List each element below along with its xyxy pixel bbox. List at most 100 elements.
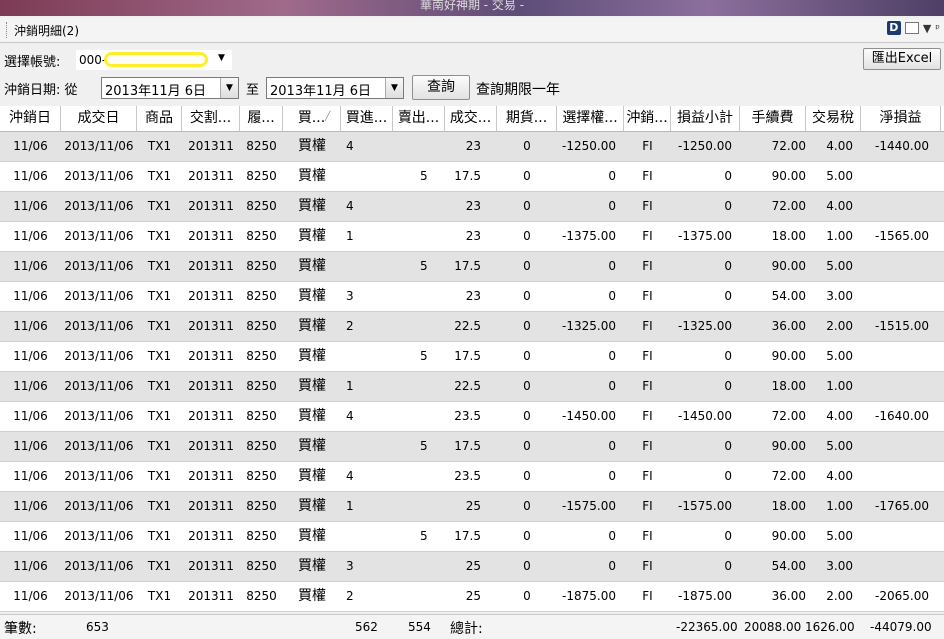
total-label: 總計: [450,621,483,637]
table-row[interactable]: 11/06 2013/11/06 TX1 201311 8250 買權 5 17.5 0 0 FI 0… [0,342,944,372]
date-from-picker[interactable]: 2013年11月 6日 ▼ [101,77,239,99]
column-header-deal-price[interactable]: 成交... [445,106,497,131]
cell-net-pl: -1515.00 [875,319,929,333]
column-header-product[interactable]: 商品 [137,106,182,131]
table-row[interactable]: 11/06 2013/11/06 TX1 201311 8250 買權 5 17.5 0 0 FI 0… [0,162,944,192]
export-excel-button[interactable]: 匯出Excel [863,48,941,70]
cell-futures: 0 [523,589,531,603]
chevron-down-icon[interactable]: ▼ [385,78,403,98]
cell-call-put: 買權 [298,258,326,274]
window-icon[interactable] [904,22,919,34]
cell-settle-type: FI [642,469,653,483]
cell-settle-type: FI [642,559,653,573]
cell-call-put: 買權 [298,558,326,574]
table-row[interactable]: 11/06 2013/11/06 TX1 201311 8250 買權 1 22.5 0 0 FI 0… [0,372,944,402]
table-row[interactable]: 11/06 2013/11/06 TX1 201311 8250 買權 5 17.5 0 0 FI 0… [0,432,944,462]
cell-product: TX1 [147,229,172,243]
table-row[interactable]: 11/06 2013/11/06 TX1 201311 8250 買權 1 25 0 -1575.… [0,492,944,522]
chevron-down-icon[interactable]: ▼ [220,78,238,98]
cell-call-put: 買權 [298,408,326,424]
cell-settle-type: FI [642,259,653,273]
column-header-tax[interactable]: 交易稅 [806,106,861,131]
cell-deal-price: 23.5 [454,469,481,483]
cell-delivery-month: 201311 [188,439,234,453]
column-header-buy-qty[interactable]: 買進... [341,106,393,131]
cell-futures: 0 [523,559,531,573]
cell-fee: 90.00 [771,439,806,453]
cell-options: -1325.00 [562,319,616,333]
cell-options: 0 [608,259,616,273]
cell-settle-type: FI [642,439,653,453]
cell-deal-price: 17.5 [454,169,481,183]
cell-product: TX1 [147,529,172,543]
table-row[interactable]: 11/06 2013/11/06 TX1 201311 8250 買權 2 25 0 -1875.… [0,582,944,612]
cell-fee: 72.00 [771,139,806,153]
cell-product: TX1 [147,559,172,573]
cell-deal-price: 17.5 [454,259,481,273]
cell-buy-qty [341,252,393,281]
table-row[interactable]: 11/06 2013/11/06 TX1 201311 8250 買權 1 23 0 -1375.… [0,222,944,252]
column-header-futures[interactable]: 期貨... [497,106,557,131]
cell-options: 0 [608,199,616,213]
column-header-delivery-month[interactable]: 交割... [182,106,240,131]
column-header-options[interactable]: 選擇權... [557,106,624,131]
pin-icon[interactable]: ᵖ [935,22,940,35]
cell-tax: 5.00 [826,169,853,183]
table-row[interactable]: 11/06 2013/11/06 TX1 201311 8250 買權 4 23 0 0 FI 0 72… [0,192,944,222]
cell-net-pl: -1765.00 [875,499,929,513]
chevron-down-icon[interactable]: ▼ [218,53,225,63]
cell-deal-price: 25 [465,559,481,573]
table-row[interactable]: 11/06 2013/11/06 TX1 201311 8250 買權 4 23 0 -1250.… [0,132,944,162]
column-header-net-pl[interactable]: 淨損益 [861,106,941,131]
cell-buy-qty: 1 [346,229,354,243]
column-header-fee[interactable]: 手續費 [740,106,806,131]
chevron-down-icon[interactable]: ▼ [923,22,931,35]
cell-call-put: 買權 [298,468,326,484]
table-row[interactable]: 11/06 2013/11/06 TX1 201311 8250 買權 3 23 0 0 FI 0 54… [0,282,944,312]
cell-call-put: 買權 [298,498,326,514]
column-header-settle-type[interactable]: 沖銷... [624,106,671,131]
table-row[interactable]: 11/06 2013/11/06 TX1 201311 8250 買權 3 25 0 0 FI 0 54… [0,552,944,582]
cell-settle-date: 11/06 [13,199,48,213]
cell-trade-date: 2013/11/06 [64,259,134,273]
column-header-settle-date[interactable]: 沖銷日 [0,106,61,131]
account-label: 選擇帳號: [4,55,61,70]
cell-call-put: 買權 [298,288,326,304]
table-row[interactable]: 11/06 2013/11/06 TX1 201311 8250 買權 4 23.5 0 -145… [0,402,944,432]
cell-sell-qty [393,282,445,311]
cell-fee: 90.00 [771,259,806,273]
table-row[interactable]: 11/06 2013/11/06 TX1 201311 8250 買權 2 22.5 0 -132… [0,312,944,342]
cell-sell-qty: 5 [420,169,428,183]
cell-settle-date: 11/06 [13,229,48,243]
query-button[interactable]: 查詢 [412,75,470,100]
cell-call-put: 買權 [298,348,326,364]
cell-options: 0 [608,349,616,363]
table-row[interactable]: 11/06 2013/11/06 TX1 201311 8250 買權 5 17.5 0 0 FI 0… [0,252,944,282]
column-header-pl-subtotal[interactable]: 損益小計 [671,106,740,131]
cell-trade-date: 2013/11/06 [64,379,134,393]
cell-options: -1375.00 [562,229,616,243]
cell-buy-qty: 4 [346,199,354,213]
table-row[interactable]: 11/06 2013/11/06 TX1 201311 8250 買權 4 23.5 0 0 FI 0… [0,462,944,492]
cell-pl-subtotal: 0 [724,529,732,543]
cell-sell-qty [393,492,445,521]
cell-futures: 0 [523,319,531,333]
cell-net-pl: -1440.00 [875,139,929,153]
cell-settle-date: 11/06 [13,469,48,483]
column-header-strike[interactable]: 履... [240,106,283,131]
column-header-sell-qty[interactable]: 賣出... [393,106,445,131]
cell-tax: 1.00 [826,379,853,393]
cell-delivery-month: 201311 [188,559,234,573]
table-row[interactable]: 11/06 2013/11/06 TX1 201311 8250 買權 5 17.5 0 0 FI 0… [0,522,944,552]
cell-trade-date: 2013/11/06 [64,439,134,453]
d-logo-icon[interactable]: D [886,21,901,35]
column-header-call-put[interactable]: 買... [283,106,341,131]
grip-handle[interactable] [6,22,9,38]
cell-trade-date: 2013/11/06 [64,139,134,153]
cell-pl-subtotal: -1575.00 [678,499,732,513]
account-select[interactable]: 000- ▼ [76,50,232,70]
column-header-trade-date[interactable]: 成交日 [61,106,137,131]
cell-pl-subtotal: 0 [724,289,732,303]
cell-call-put: 買權 [298,198,326,214]
date-to-picker[interactable]: 2013年11月 6日 ▼ [266,77,404,99]
